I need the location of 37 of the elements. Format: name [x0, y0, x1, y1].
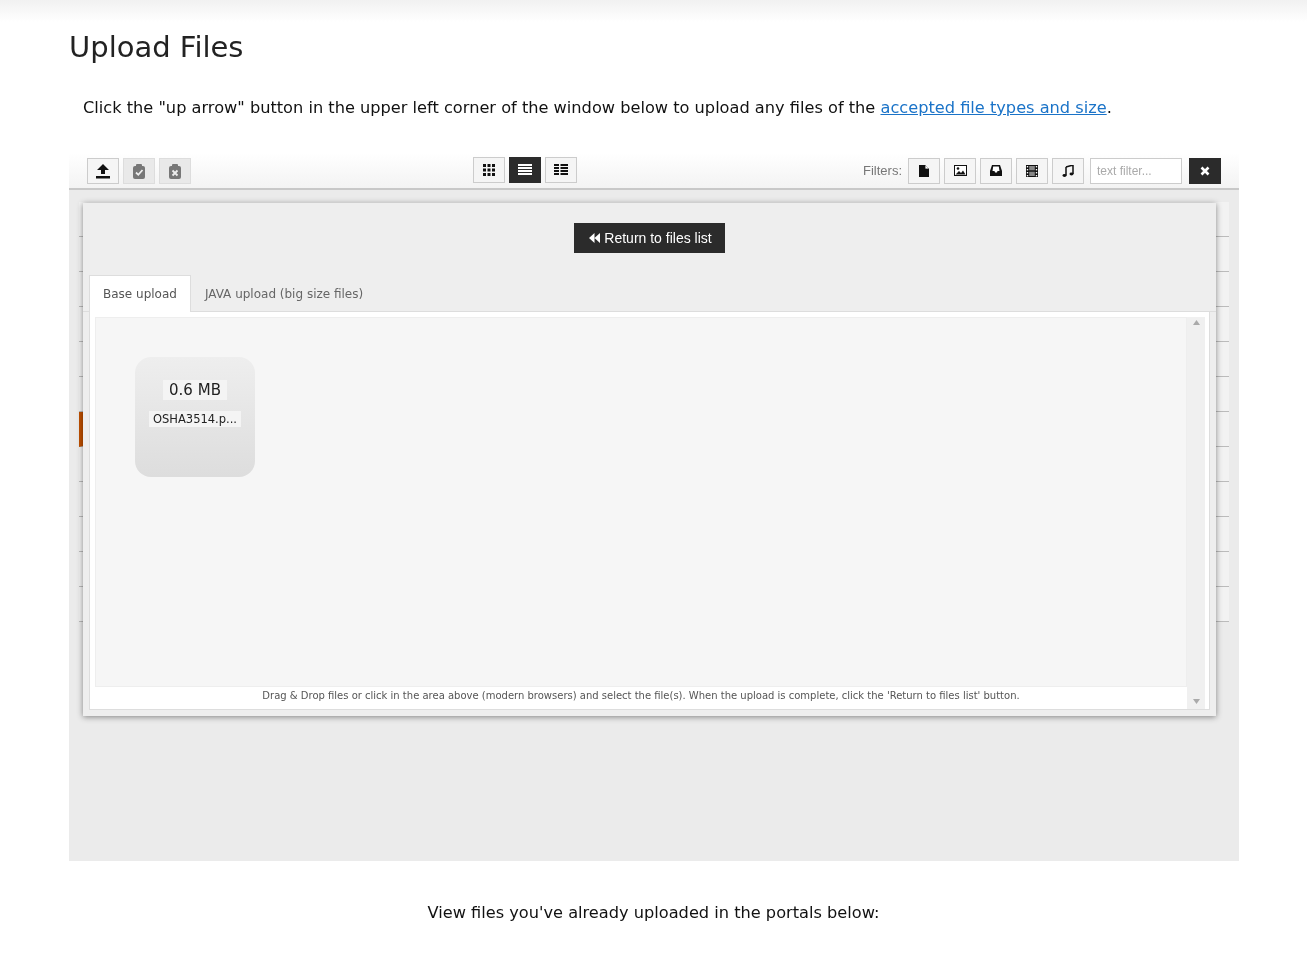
- file-name: OSHA3514.p...: [148, 411, 242, 427]
- archive-filter-button[interactable]: [980, 157, 1012, 184]
- portals-text: View files you've already uploaded in the portals below:: [427, 903, 880, 922]
- drop-area[interactable]: 0.6 MB OSHA3514.p...: [95, 317, 1187, 687]
- list-view-button[interactable]: [509, 157, 541, 183]
- video-filter-button[interactable]: [1016, 157, 1048, 184]
- file-size: 0.6 MB: [163, 380, 227, 400]
- list-icon: [518, 164, 532, 176]
- image-icon: [953, 165, 967, 176]
- grid-view-button[interactable]: [473, 157, 505, 183]
- return-button[interactable]: Return to files list: [574, 223, 725, 253]
- table-icon: [554, 164, 568, 176]
- file-tile[interactable]: 0.6 MB OSHA3514.p...: [135, 357, 255, 477]
- file-icon: [919, 164, 929, 177]
- music-filter-button[interactable]: [1052, 157, 1084, 184]
- image-filter-button[interactable]: [944, 157, 976, 184]
- upload-tab[interactable]: JAVA upload (big size files): [190, 275, 378, 312]
- rewind-icon: [589, 233, 601, 243]
- clear-filter-button[interactable]: [1189, 157, 1221, 184]
- grid-icon: [483, 164, 495, 176]
- inbox-icon: [990, 165, 1002, 176]
- text-filter-field[interactable]: text filter...: [1090, 157, 1182, 184]
- clipboard-check-icon: [132, 162, 146, 179]
- upload-icon: [95, 162, 111, 179]
- close-icon: [1200, 165, 1210, 176]
- upload-button[interactable]: [87, 157, 119, 184]
- film-icon: [1026, 164, 1038, 177]
- filters-label: Filters:: [863, 163, 902, 178]
- details-view-button[interactable]: [545, 157, 577, 183]
- music-note-icon: [1062, 164, 1074, 177]
- file-filter-button[interactable]: [908, 157, 940, 184]
- intro-text: Click the "up arrow" button in the upper left corner of the window below to upload any files of the accepted file types and size.: [83, 97, 1112, 119]
- upload-tab[interactable]: Base upload: [89, 275, 191, 312]
- upload-hint: Drag & Drop files or click in the area above (modern browsers) and select the file(s). When the upload is complete, click the 'Return to files list' button.: [261, 689, 1021, 703]
- page-title: Upload Files: [68, 29, 244, 64]
- file-types-link[interactable]: accepted file types and size: [880, 98, 1107, 117]
- clipboard-x-icon: [168, 162, 182, 179]
